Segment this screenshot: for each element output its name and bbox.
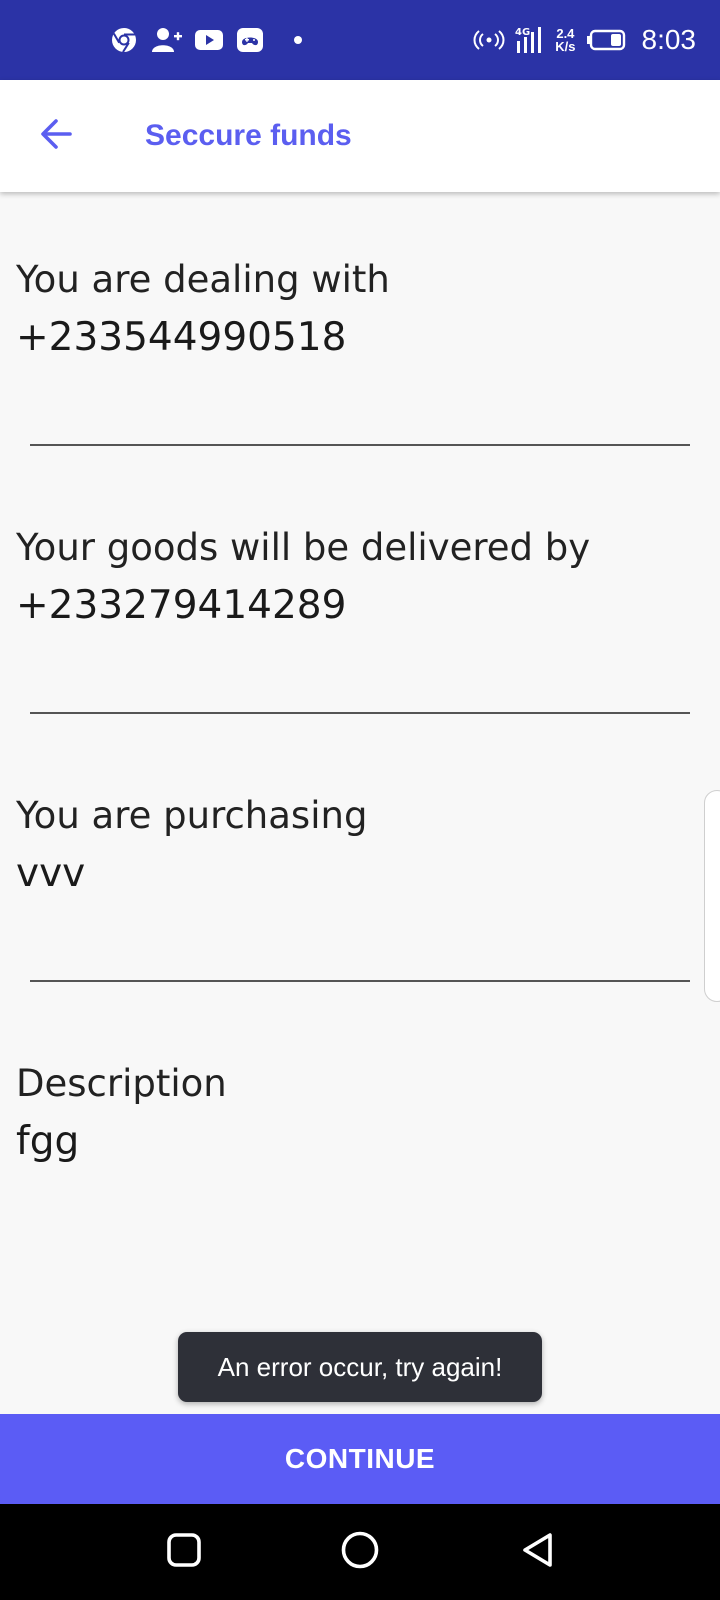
dealing-with-value: +233544990518: [16, 315, 347, 360]
description-field: Description fgg: [16, 1060, 696, 1170]
description-value: fgg: [16, 1119, 80, 1164]
network-speed-unit: K/s: [555, 39, 576, 54]
battery-icon: [586, 28, 626, 52]
delivered-by-value: +233279414289: [16, 583, 347, 628]
delivered-by-label: Your goods will be delivered by: [16, 526, 591, 569]
game-icon: [236, 27, 264, 53]
divider: [30, 712, 690, 714]
network-speed: 2.4 K/s: [555, 27, 575, 53]
error-toast: An error occur, try again!: [178, 1332, 542, 1402]
dealing-with-label: You are dealing with: [16, 258, 390, 301]
hotspot-icon: [473, 28, 505, 52]
status-bar-notification-icons: [110, 22, 302, 58]
continue-button[interactable]: CONTINUE: [0, 1414, 720, 1504]
purchasing-label: You are purchasing: [16, 794, 368, 837]
back-nav-button[interactable]: [512, 1526, 564, 1578]
home-circle-icon: [340, 1530, 380, 1575]
clock: 8:03: [641, 24, 697, 55]
network-type-label: 4G: [515, 27, 530, 38]
chrome-icon: [110, 26, 138, 54]
add-contact-icon: [150, 26, 182, 54]
divider: [30, 980, 690, 982]
dealing-with-field: You are dealing with +233544990518: [16, 256, 696, 366]
home-button[interactable]: [334, 1526, 386, 1578]
signal-icon: 4G: [515, 25, 545, 55]
back-triangle-icon: [520, 1531, 556, 1574]
back-button[interactable]: [28, 108, 84, 164]
status-bar-system-icons: 4G 2.4 K/s 8:03: [473, 18, 696, 62]
recents-square-icon: [166, 1532, 202, 1573]
purchasing-field: You are purchasing vvv: [16, 792, 696, 902]
divider: [30, 444, 690, 446]
page-title: Seccure funds: [145, 119, 352, 152]
app-bar: Seccure funds: [0, 80, 720, 192]
status-bar: 4G 2.4 K/s 8:03: [0, 0, 720, 80]
delivered-by-field: Your goods will be delivered by +2332794…: [16, 524, 696, 634]
purchasing-value: vvv: [16, 851, 86, 896]
recents-button[interactable]: [158, 1526, 210, 1578]
arrow-left-icon: [36, 114, 76, 159]
youtube-icon: [194, 28, 224, 52]
description-label: Description: [16, 1062, 227, 1105]
notification-dot: [294, 36, 302, 44]
navigation-bar: [0, 1504, 720, 1600]
edge-panel-handle[interactable]: [704, 790, 720, 1002]
